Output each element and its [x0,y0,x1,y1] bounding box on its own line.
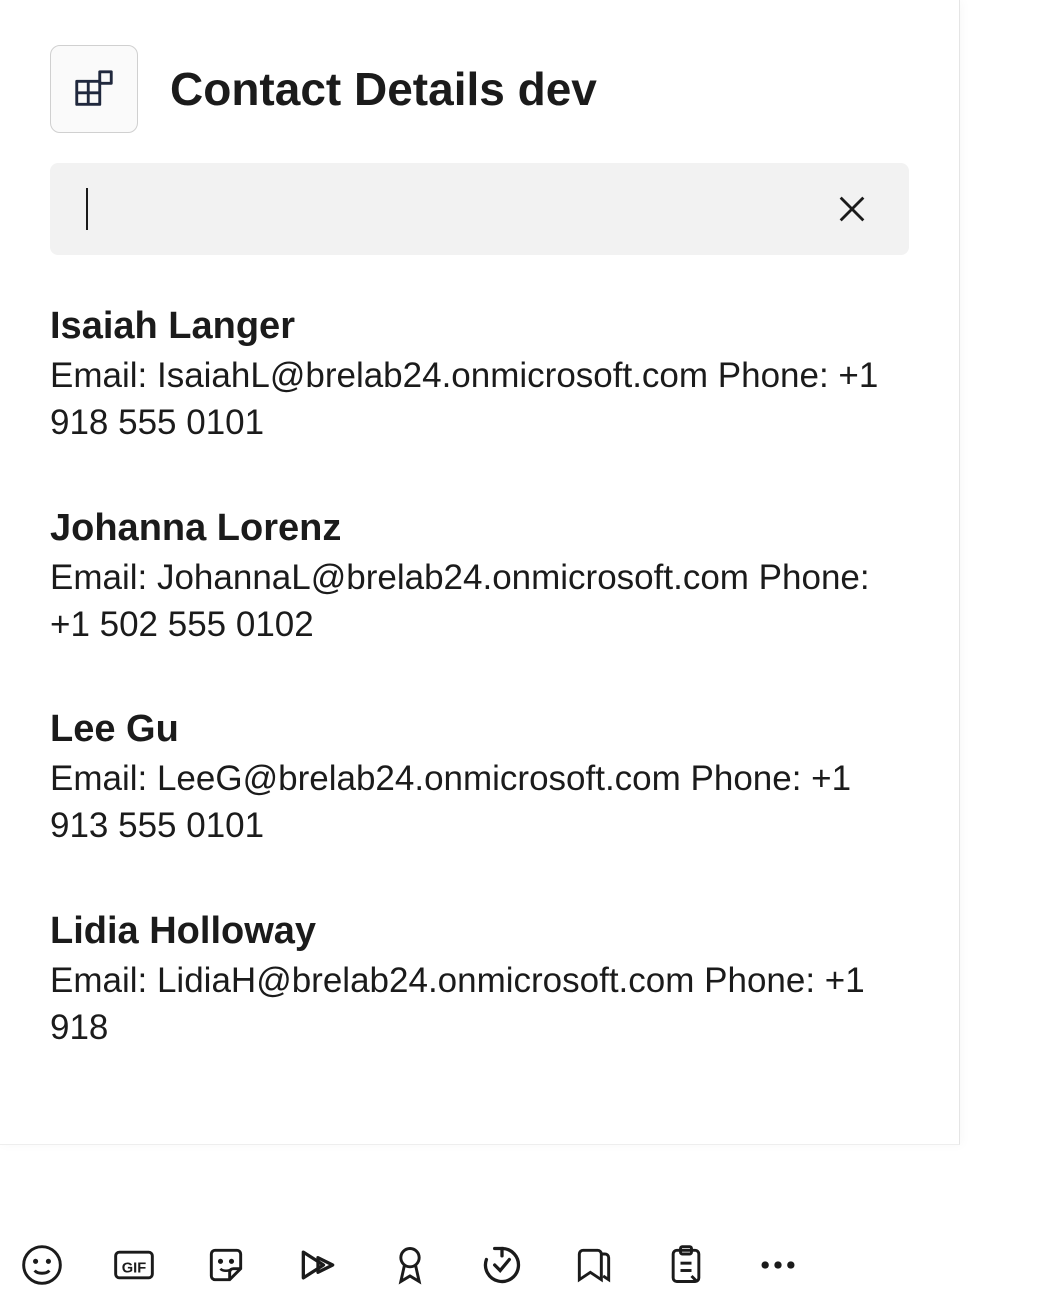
list-item[interactable]: Lee Gu Email: LeeG@brelab24.onmicrosoft.… [50,708,909,850]
contact-name: Lidia Holloway [50,910,909,953]
more-icon [756,1243,800,1287]
contacts-list: Isaiah Langer Email: IsaiahL@brelab24.on… [0,305,959,1051]
list-item[interactable]: Lidia Holloway Email: LidiaH@brelab24.on… [50,910,909,1052]
stream-button[interactable] [296,1240,340,1290]
close-icon [835,192,869,226]
agenda-icon [664,1243,708,1287]
search-input[interactable] [88,190,827,229]
bookmark-button[interactable] [572,1240,616,1290]
stream-icon [296,1243,340,1287]
clear-search-button[interactable] [827,184,877,234]
gif-button[interactable]: GIF [112,1240,156,1290]
search-container [50,163,909,255]
contact-details: Email: LidiaH@brelab24.onmicrosoft.com P… [50,957,909,1052]
approvals-icon [480,1243,524,1287]
contact-details: Email: IsaiahL@brelab24.onmicrosoft.com … [50,352,909,447]
gif-icon: GIF [112,1243,156,1287]
contact-name: Isaiah Langer [50,305,909,348]
praise-icon [388,1243,432,1287]
sticker-icon [204,1243,248,1287]
app-grid-icon [71,66,117,112]
emoji-button[interactable] [20,1240,64,1290]
more-button[interactable] [756,1240,800,1290]
contact-name: Lee Gu [50,708,909,751]
approvals-button[interactable] [480,1240,524,1290]
sticker-button[interactable] [204,1240,248,1290]
agenda-button[interactable] [664,1240,708,1290]
bookmark-icon [572,1243,616,1287]
svg-text:GIF: GIF [122,1260,146,1276]
contact-name: Johanna Lorenz [50,507,909,550]
contact-details-panel: Contact Details dev Isaiah Langer Email:… [0,0,960,1145]
contact-details: Email: JohannaL@brelab24.onmicrosoft.com… [50,554,909,649]
panel-header: Contact Details dev [0,0,959,163]
app-icon [50,45,138,133]
list-item[interactable]: Johanna Lorenz Email: JohannaL@brelab24.… [50,507,909,649]
panel-title: Contact Details dev [170,62,597,116]
contact-details: Email: LeeG@brelab24.onmicrosoft.com Pho… [50,755,909,850]
list-item[interactable]: Isaiah Langer Email: IsaiahL@brelab24.on… [50,305,909,447]
search-field[interactable] [50,163,909,255]
emoji-icon [20,1243,64,1287]
compose-toolbar: GIF [0,1220,1047,1290]
praise-button[interactable] [388,1240,432,1290]
